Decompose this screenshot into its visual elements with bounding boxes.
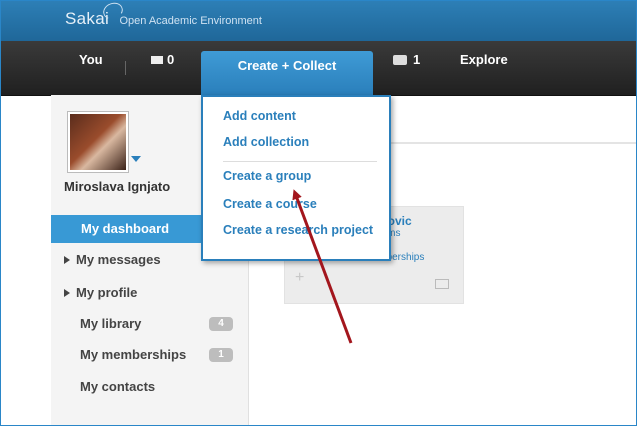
annotation-arrow-icon (292, 189, 353, 344)
app-window: Sakai Open Academic Environment You 0 Cr… (0, 0, 637, 426)
